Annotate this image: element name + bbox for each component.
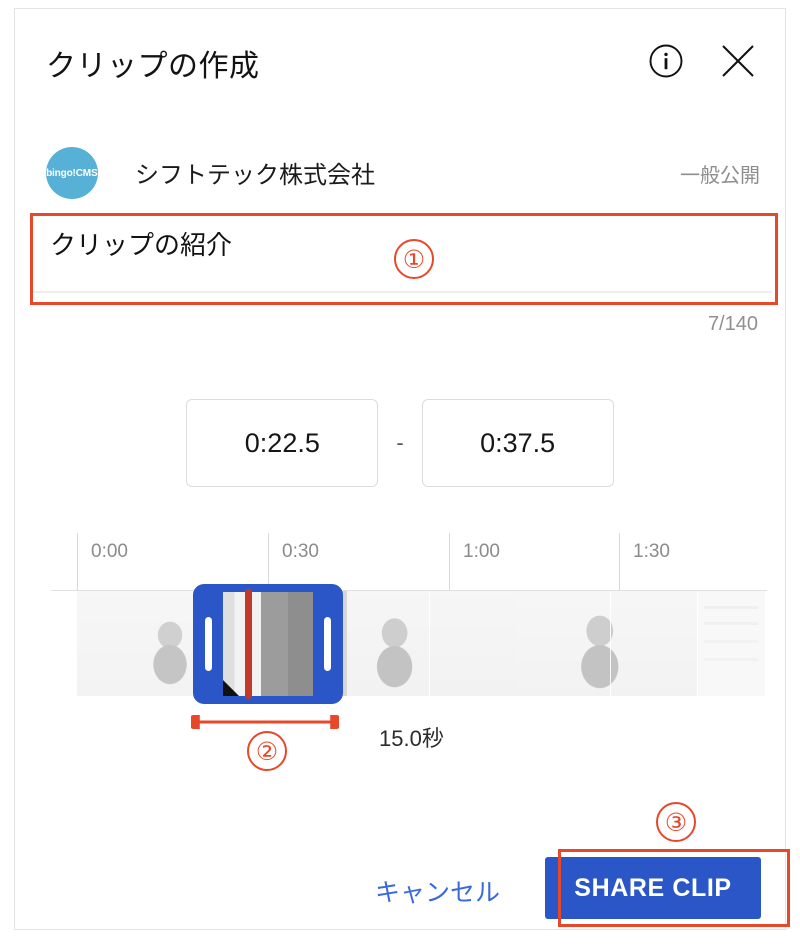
- annotation-marker-2: ②: [247, 731, 287, 771]
- dialog-header: クリップの作成: [15, 9, 785, 117]
- ruler-tick-label: 1:00: [463, 541, 500, 562]
- filmstrip-frame: [517, 591, 697, 696]
- ruler-tick: [619, 533, 620, 591]
- privacy-label: 一般公開: [680, 165, 760, 187]
- clip-selection-range[interactable]: [193, 584, 343, 704]
- ruler-tick: [268, 533, 269, 591]
- time-range-row: -: [15, 396, 785, 490]
- info-button[interactable]: [643, 39, 689, 85]
- time-range-separator: -: [396, 430, 404, 455]
- selection-preview: [223, 592, 313, 696]
- annotation-arrow-range: [178, 711, 352, 733]
- channel-name: シフトテック株式会社: [135, 162, 375, 189]
- filmstrip-frame: [697, 591, 765, 696]
- close-icon: [719, 42, 757, 83]
- frame-divider: [697, 591, 698, 696]
- timeline: 0:00 0:30 1:00 1:30: [15, 533, 785, 705]
- filmstrip-frame: [347, 591, 517, 696]
- timeline-ruler: 0:00 0:30 1:00 1:30: [15, 533, 785, 591]
- channel-row: bingo!CMS シフトテック株式会社 一般公開: [15, 137, 785, 199]
- annotation-marker-3: ③: [656, 802, 696, 842]
- page-title: クリップの作成: [46, 50, 260, 83]
- info-circle-icon: [648, 43, 684, 82]
- end-time-input[interactable]: [421, 399, 614, 487]
- video-filmstrip[interactable]: [77, 591, 765, 696]
- start-time-input[interactable]: [186, 399, 379, 487]
- create-clip-dialog: クリップの作成 bingo!CMS シフトテック株式会社 一般公開 クリップの紹…: [14, 8, 790, 930]
- header-actions: [643, 39, 761, 85]
- clip-title-field-wrap: [30, 207, 772, 293]
- avatar-label: bingo!CMS: [46, 167, 98, 179]
- character-counter: 7/140: [707, 313, 758, 335]
- clip-title-input[interactable]: [30, 207, 772, 293]
- ruler-tick-label: 0:00: [91, 541, 128, 562]
- ruler-tick-label: 1:30: [633, 541, 670, 562]
- clip-duration-label: 15.0秒: [379, 726, 444, 751]
- close-button[interactable]: [715, 39, 761, 85]
- cancel-button[interactable]: キャンセル: [365, 867, 510, 915]
- frame-divider: [610, 591, 611, 696]
- trim-handle-right[interactable]: [324, 617, 331, 671]
- ruler-tick: [77, 533, 78, 591]
- ruler-tick-label: 0:30: [282, 541, 319, 562]
- frame-divider: [429, 591, 430, 696]
- avatar: bingo!CMS: [46, 147, 98, 199]
- ruler-tick: [449, 533, 450, 591]
- playhead-marker[interactable]: [245, 589, 252, 699]
- trim-handle-left[interactable]: [205, 617, 212, 671]
- share-clip-button[interactable]: SHARE CLIP: [545, 857, 761, 919]
